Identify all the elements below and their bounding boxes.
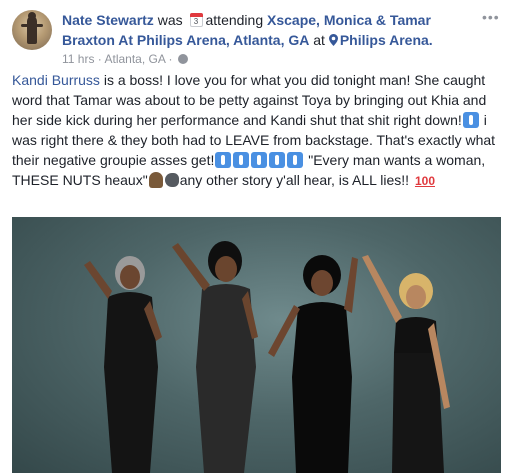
calendar-icon: 3 [189, 13, 203, 27]
walking-emoji-icon [215, 152, 232, 168]
calendar-day: 3 [193, 17, 199, 26]
post-body: Kandi Burruss is a boss! I love you for … [12, 70, 500, 191]
speaking-head-emoji-icon [164, 173, 179, 187]
walking-emoji-icon [233, 152, 250, 168]
walking-emoji-icon [251, 152, 268, 168]
walking-emoji-icon [462, 112, 479, 128]
post-location-link[interactable]: Atlanta, GA [104, 52, 165, 66]
person-3 [268, 255, 358, 473]
post-photo[interactable] [12, 217, 501, 473]
walking-emoji-icon [287, 152, 304, 168]
avatar-figure [27, 12, 37, 44]
post-meta: 11 hrs · Atlanta, GA · [62, 52, 188, 66]
author-name-link[interactable]: Nate Stewartz [62, 12, 154, 28]
photo-illustration [84, 241, 450, 473]
place-link[interactable]: Philips Arena. [340, 32, 433, 48]
person-2 [172, 241, 258, 473]
globe-icon[interactable] [177, 54, 188, 64]
meta-separator-2: · [165, 52, 176, 66]
attending-text: attending [205, 12, 264, 28]
body-part-4: any other story y'all hear, is ALL lies!… [179, 172, 413, 188]
more-options-icon[interactable]: ••• [482, 10, 500, 24]
hundred-points-emoji-icon: 100 [414, 174, 435, 188]
walking-emoji-icon [269, 152, 286, 168]
mention-link[interactable]: Kandi Burruss [12, 72, 100, 88]
post-time-link[interactable]: 11 hrs [62, 52, 94, 66]
at-text: at [313, 32, 325, 48]
avatar-arms [21, 24, 43, 27]
person-1 [84, 256, 162, 473]
person-4 [362, 255, 450, 473]
was-text: was [157, 12, 183, 28]
author-avatar[interactable] [12, 10, 52, 50]
location-pin-icon [328, 34, 338, 46]
post-header: Nate Stewartz was 3 attending Xscape, Mon… [12, 10, 500, 66]
post-title-line: Nate Stewartz was 3 attending Xscape, Mon… [62, 10, 462, 50]
man-emoji-icon [148, 172, 163, 188]
meta-separator: · [94, 52, 105, 66]
